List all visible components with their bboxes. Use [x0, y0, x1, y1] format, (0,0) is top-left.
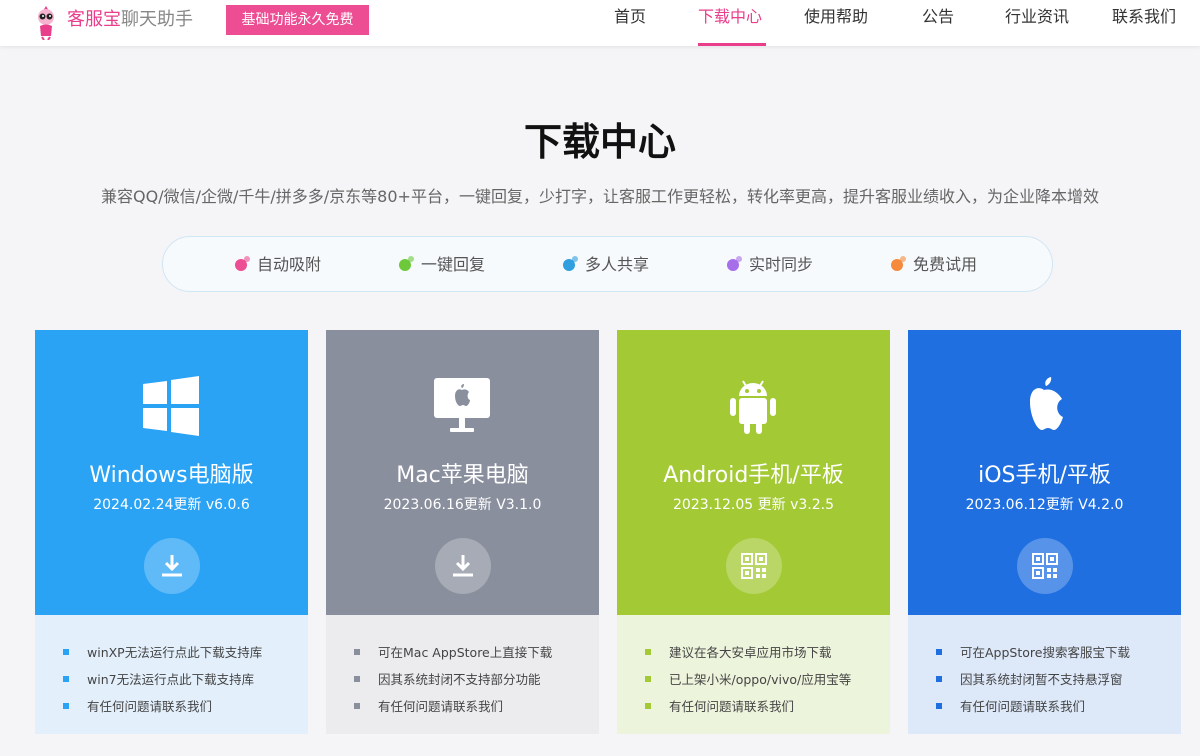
note-text: 已上架小米/oppo/vivo/应用宝等 — [669, 672, 852, 687]
feature-label: 实时同步 — [749, 255, 814, 274]
bullet-icon — [936, 703, 942, 709]
note-text: win7无法运行点此下载支持库 — [87, 672, 255, 687]
qrcode-icon — [741, 553, 767, 579]
top-header: 客服宝聊天助手 基础功能永久免费 首页 下载中心 使用帮助 公告 行业资讯 联系… — [0, 0, 1200, 46]
note-text-item: 因其系统封闭暂不支持悬浮窗 — [936, 671, 1123, 689]
feature-dot-icon — [399, 256, 414, 271]
download-icon — [162, 555, 182, 577]
card-version: 2023.12.05 更新 v3.2.5 — [673, 497, 834, 513]
qrcode-button[interactable] — [1017, 538, 1073, 594]
card-notes: 建议在各大安卓应用市场下载 已上架小米/oppo/vivo/应用宝等 有任何问题… — [617, 615, 890, 734]
note-text: 有任何问题请联系我们 — [87, 699, 213, 714]
note-link[interactable]: 有任何问题请联系我们 — [63, 698, 212, 716]
note-text: 有任何问题请联系我们 — [378, 699, 504, 714]
feature-dot-icon — [891, 256, 906, 271]
bullet-icon — [936, 676, 942, 682]
note-text-item: 可在AppStore搜索客服宝下载 — [936, 644, 1130, 662]
feature-label: 自动吸附 — [257, 255, 322, 274]
brand-name-primary: 客服宝 — [67, 9, 121, 30]
note-text: 可在Mac AppStore上直接下载 — [378, 645, 553, 660]
card-version: 2024.02.24更新 v6.0.6 — [93, 497, 250, 513]
nav-item-contact[interactable]: 联系我们 — [1112, 7, 1176, 27]
feature-dot-icon — [727, 256, 742, 271]
bullet-icon — [936, 649, 942, 655]
card-header: iOS手机/平板 2023.06.12更新 V4.2.0 — [908, 330, 1181, 615]
card-version: 2023.06.12更新 V4.2.0 — [965, 497, 1124, 513]
download-card-android: Android手机/平板 2023.12.05 更新 v3.2.5 建议在各大安… — [617, 330, 890, 734]
active-nav-indicator — [698, 43, 766, 46]
card-title: iOS手机/平板 — [978, 463, 1111, 488]
note-text-item: 建议在各大安卓应用市场下载 — [645, 644, 832, 662]
download-card-windows: Windows电脑版 2024.02.24更新 v6.0.6 winXP无法运行… — [35, 330, 308, 734]
feature-free-trial: 免费试用 — [891, 253, 977, 277]
feature-dot-icon — [563, 256, 578, 271]
free-badge[interactable]: 基础功能永久免费 — [226, 5, 369, 35]
bullet-icon — [645, 649, 651, 655]
note-text: winXP无法运行点此下载支持库 — [87, 645, 263, 660]
qrcode-icon — [1032, 553, 1058, 579]
android-icon — [730, 380, 776, 434]
download-card-ios: iOS手机/平板 2023.06.12更新 V4.2.0 可在AppStore搜… — [908, 330, 1181, 734]
card-header: Mac苹果电脑 2023.06.16更新 V3.1.0 — [326, 330, 599, 615]
feature-realtime-sync: 实时同步 — [727, 253, 813, 277]
card-version: 2023.06.16更新 V3.1.0 — [383, 497, 542, 513]
card-title: Mac苹果电脑 — [396, 463, 529, 488]
download-button[interactable] — [435, 538, 491, 594]
bullet-icon — [354, 676, 360, 682]
windows-icon — [143, 376, 199, 436]
bullet-icon — [354, 649, 360, 655]
feature-multi-share: 多人共享 — [563, 253, 649, 277]
bullet-icon — [645, 703, 651, 709]
note-text: 建议在各大安卓应用市场下载 — [669, 645, 832, 660]
card-notes: 可在Mac AppStore上直接下载 因其系统封闭不支持部分功能 有任何问题请… — [326, 615, 599, 734]
nav-item-download[interactable]: 下载中心 — [698, 7, 762, 27]
card-header: Android手机/平板 2023.12.05 更新 v3.2.5 — [617, 330, 890, 615]
logo-icon[interactable] — [32, 4, 60, 40]
note-link[interactable]: 有任何问题请联系我们 — [645, 698, 794, 716]
note-text-item: 因其系统封闭不支持部分功能 — [354, 671, 541, 689]
card-header: Windows电脑版 2024.02.24更新 v6.0.6 — [35, 330, 308, 615]
note-text: 因其系统封闭暂不支持悬浮窗 — [960, 672, 1123, 687]
bullet-icon — [354, 703, 360, 709]
page-subtitle: 兼容QQ/微信/企微/千牛/拼多多/京东等80+平台，一键回复，少打字，让客服工… — [101, 187, 1099, 206]
download-icon — [453, 555, 473, 577]
brand-name[interactable]: 客服宝聊天助手 — [67, 8, 193, 32]
note-link[interactable]: winXP无法运行点此下载支持库 — [63, 644, 262, 662]
note-text: 可在AppStore搜索客服宝下载 — [960, 645, 1130, 660]
download-card-mac: Mac苹果电脑 2023.06.16更新 V3.1.0 可在Mac AppSto… — [326, 330, 599, 734]
download-button[interactable] — [144, 538, 200, 594]
nav-item-help[interactable]: 使用帮助 — [804, 7, 868, 27]
note-link[interactable]: 有任何问题请联系我们 — [354, 698, 503, 716]
card-notes: 可在AppStore搜索客服宝下载 因其系统封闭暂不支持悬浮窗 有任何问题请联系… — [908, 615, 1181, 734]
bullet-icon — [63, 703, 69, 709]
card-notes: winXP无法运行点此下载支持库 win7无法运行点此下载支持库 有任何问题请联… — [35, 615, 308, 734]
note-link[interactable]: 有任何问题请联系我们 — [936, 698, 1085, 716]
note-text-item: 可在Mac AppStore上直接下载 — [354, 644, 552, 662]
nav-item-home[interactable]: 首页 — [614, 7, 646, 27]
note-text: 有任何问题请联系我们 — [669, 699, 795, 714]
nav-item-industry-news[interactable]: 行业资讯 — [1005, 7, 1069, 27]
feature-label: 免费试用 — [913, 255, 978, 274]
brand-name-secondary: 聊天助手 — [121, 9, 193, 30]
nav-item-announcement[interactable]: 公告 — [922, 7, 954, 27]
feature-bar: 自动吸附 一键回复 多人共享 实时同步 免费试用 — [162, 236, 1053, 292]
note-text: 因其系统封闭不支持部分功能 — [378, 672, 541, 687]
page-title: 下载中心 — [523, 120, 676, 164]
feature-one-click-reply: 一键回复 — [399, 253, 485, 277]
card-title: Windows电脑版 — [89, 463, 254, 488]
note-link[interactable]: win7无法运行点此下载支持库 — [63, 671, 254, 689]
feature-dot-icon — [235, 256, 250, 271]
note-text: 有任何问题请联系我们 — [960, 699, 1086, 714]
bullet-icon — [63, 649, 69, 655]
qrcode-button[interactable] — [726, 538, 782, 594]
feature-label: 一键回复 — [421, 255, 486, 274]
bullet-icon — [645, 676, 651, 682]
note-text-item: 已上架小米/oppo/vivo/应用宝等 — [645, 671, 851, 689]
bullet-icon — [63, 676, 69, 682]
feature-auto-attach: 自动吸附 — [235, 253, 321, 277]
apple-icon — [1030, 377, 1063, 430]
feature-label: 多人共享 — [585, 255, 650, 274]
card-title: Android手机/平板 — [663, 463, 844, 488]
mac-icon — [434, 378, 490, 432]
